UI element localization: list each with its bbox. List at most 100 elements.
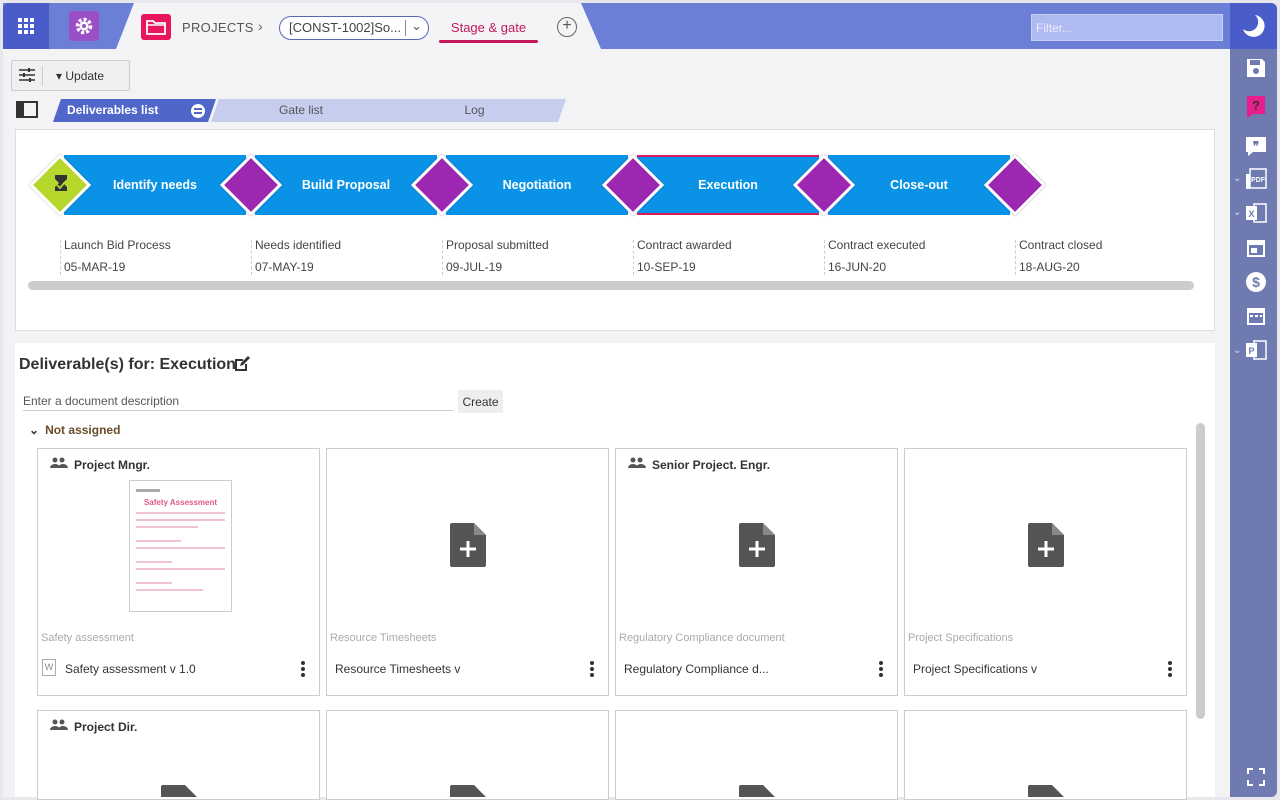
thumb-line [136,519,225,521]
card-category: Regulatory Compliance document [619,632,785,644]
document-thumbnail[interactable]: Safety Assessment [129,480,232,612]
moon-logo-icon[interactable] [1230,3,1277,49]
card-category: Safety assessment [41,632,134,644]
equals-menu-icon[interactable] [191,104,205,118]
tab-gate-list[interactable]: Gate list [211,99,391,122]
document-description-input[interactable] [23,391,453,411]
gate-label: Contract executed [828,238,926,252]
gate-connector [633,240,634,275]
breadcrumb-projects[interactable]: PROJECTS [182,20,254,35]
deliverable-card[interactable] [326,710,609,800]
folder-icon[interactable] [141,14,171,40]
deliverable-card[interactable] [904,710,1187,800]
new-document-icon[interactable] [161,785,197,800]
gate-label: Contract closed [1019,238,1103,252]
more-options-icon[interactable] [1168,661,1172,679]
group-not-assigned[interactable]: ⌄ Not assigned [29,423,120,437]
pdf-export-icon[interactable]: PDF [1244,167,1268,191]
new-document-icon[interactable] [450,785,486,800]
gate-label: Contract awarded [637,238,732,252]
more-options-icon[interactable] [301,661,305,679]
deliverable-card[interactable]: Senior Project. Engr. Regulatory Complia… [615,448,898,696]
owner-name: Project Dir. [74,719,138,734]
stage-identify-needs[interactable]: Identify needs [64,155,246,215]
deliverable-card[interactable]: Resource Timesheets Resource Timesheets … [326,448,609,696]
settings-sliders-icon[interactable] [19,68,35,85]
top-bar: PROJECTS › [CONST-1002]So... ⌄ Stage & g… [3,3,1230,49]
card-owner: Project Dir. [50,719,137,734]
svg-text:❞: ❞ [1253,139,1259,153]
create-button[interactable]: Create [458,390,503,413]
ms-project-icon[interactable]: P [1244,338,1268,362]
vertical-scrollbar[interactable] [1196,423,1205,719]
right-toolbar: ? ❞ ⌄ PDF ⌄ X $ ⌄ P [1230,3,1277,797]
deliverable-card[interactable]: Project Dir. [37,710,320,800]
card-document-name[interactable]: Project Specifications v [913,662,1037,676]
card-document-name[interactable]: Safety assessment v 1.0 [65,662,196,676]
more-options-icon[interactable] [879,661,883,679]
more-options-icon[interactable] [590,661,594,679]
deliverable-card[interactable]: Project Specifications Project Specifica… [904,448,1187,696]
stage-close-out[interactable]: Close-out [828,155,1010,215]
update-button[interactable]: ▾ Update [56,69,104,83]
panel-toggle-icon[interactable] [16,101,38,118]
thumb-line [136,561,172,563]
new-document-icon[interactable] [450,523,486,570]
tab-stage-gate[interactable]: Stage & gate [439,20,538,35]
thumb-title: Safety Assessment [143,498,218,507]
stage-negotiation[interactable]: Negotiation [446,155,628,215]
main-content: ▾ Update Deliverables list Gate list Log… [3,49,1230,800]
thumb-header-mark [136,489,160,492]
project-select[interactable]: [CONST-1002]So... ⌄ [279,16,429,40]
svg-text:$: $ [1252,274,1260,290]
gate-connector [60,240,61,275]
svg-text:X: X [1248,209,1254,219]
excel-export-icon[interactable]: X [1244,201,1268,225]
card-owner: Project Mngr. [50,457,150,472]
excel-caret-icon[interactable]: ⌄ [1233,207,1241,218]
breadcrumb-chevron-icon: › [258,18,263,34]
new-document-icon[interactable] [739,523,775,570]
calendar-icon[interactable] [1244,236,1268,260]
save-icon[interactable] [1244,56,1268,80]
stage-execution[interactable]: Execution [637,155,819,215]
deliverable-card[interactable] [615,710,898,800]
new-document-icon[interactable] [1028,785,1064,800]
stage-build-proposal[interactable]: Build Proposal [255,155,437,215]
project-select-value: [CONST-1002]So... [289,20,401,35]
dollar-icon[interactable]: $ [1244,270,1268,294]
card-document-name[interactable]: Regulatory Compliance d... [624,662,769,676]
group-label: Not assigned [45,423,121,437]
tab-log[interactable]: Log [383,99,566,122]
tab-deliverables-list[interactable]: Deliverables list [53,99,216,122]
horizontal-scrollbar[interactable] [28,281,1194,290]
help-icon[interactable]: ? [1244,95,1268,119]
new-document-icon[interactable] [739,785,775,800]
gate-label: Launch Bid Process [64,238,171,252]
edit-icon[interactable] [234,356,250,375]
new-document-icon[interactable] [1028,523,1064,570]
thumb-line [136,582,172,584]
schedule-icon[interactable] [1244,304,1268,328]
stage-gate-timeline: Identify needs Build Proposal Negotiatio… [15,129,1215,331]
chevron-down-icon[interactable]: ⌄ [411,18,422,34]
svg-text:?: ? [1252,98,1260,113]
card-document-name[interactable]: Resource Timesheets v [335,662,460,676]
settings-gear-icon[interactable] [69,11,99,41]
deliverables-panel: Deliverable(s) for: Execution Create ⌄ No… [15,343,1215,800]
thumb-line [136,568,225,570]
comments-icon[interactable]: ❞ [1244,135,1268,159]
gate-date: 16-JUN-20 [828,260,887,274]
update-label: Update [65,69,105,83]
fullscreen-icon[interactable] [1244,765,1268,789]
project-caret-icon[interactable]: ⌄ [1233,345,1241,356]
owner-name: Senior Project. Engr. [652,457,771,472]
chevron-down-icon: ⌄ [29,423,40,437]
add-tab-icon[interactable]: + [557,17,577,37]
apps-grid-icon[interactable] [3,3,49,49]
owner-name: Project Mngr. [74,457,151,472]
pdf-caret-icon[interactable]: ⌄ [1233,173,1241,184]
deliverable-card[interactable]: Project Mngr. Safety Assessment Safety a… [37,448,320,696]
filter-input[interactable] [1031,14,1223,41]
svg-text:PDF: PDF [1251,177,1266,184]
